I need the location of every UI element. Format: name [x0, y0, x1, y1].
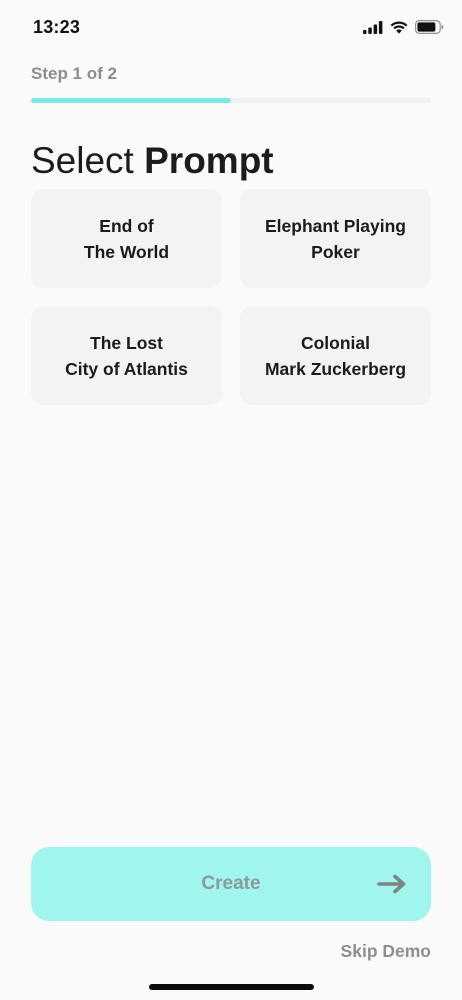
prompt-card-end-of-the-world[interactable]: End of The World [31, 189, 222, 288]
prompt-card-line: The World [83, 241, 170, 262]
create-button[interactable]: Create [31, 847, 431, 921]
prompt-card-lost-city-of-atlantis[interactable]: The Lost City of Atlantis [31, 306, 222, 405]
prompt-card-line: Poker [311, 241, 360, 262]
skip-demo-link[interactable]: Skip Demo [341, 941, 431, 962]
status-time: 13:23 [33, 17, 81, 37]
create-button-label: Create [201, 873, 261, 894]
prompt-card-line: Mark Zuckerberg [264, 358, 407, 379]
wifi-icon [390, 20, 408, 39]
prompt-card-elephant-playing-poker[interactable]: Elephant Playing Poker [240, 189, 431, 288]
prompt-card-line: End of [99, 215, 154, 236]
progress-bar [31, 98, 431, 103]
page-title: Select Prompt [31, 140, 274, 182]
prompt-card-colonial-mark-zuckerberg[interactable]: Colonial Mark Zuckerberg [240, 306, 431, 405]
page-title-bold: Prompt [144, 140, 274, 181]
step-label: Step 1 of 2 [31, 64, 117, 83]
prompt-card-line: Elephant Playing [265, 215, 406, 236]
status-icons [363, 20, 444, 39]
battery-icon [415, 20, 444, 39]
status-bar: 13:23 [0, 0, 462, 56]
page-title-light: Select [31, 140, 134, 181]
progress-fill [31, 98, 231, 103]
arrow-right-icon [377, 874, 407, 899]
prompt-card-line: The Lost [90, 332, 163, 353]
screen: 13:23 Step 1 of 2 Select Prompt End of T… [0, 0, 462, 1000]
cellular-signal-icon [363, 20, 383, 39]
prompt-card-line: City of Atlantis [65, 358, 188, 379]
home-indicator[interactable] [149, 984, 314, 990]
prompt-card-line: Colonial [300, 332, 371, 353]
